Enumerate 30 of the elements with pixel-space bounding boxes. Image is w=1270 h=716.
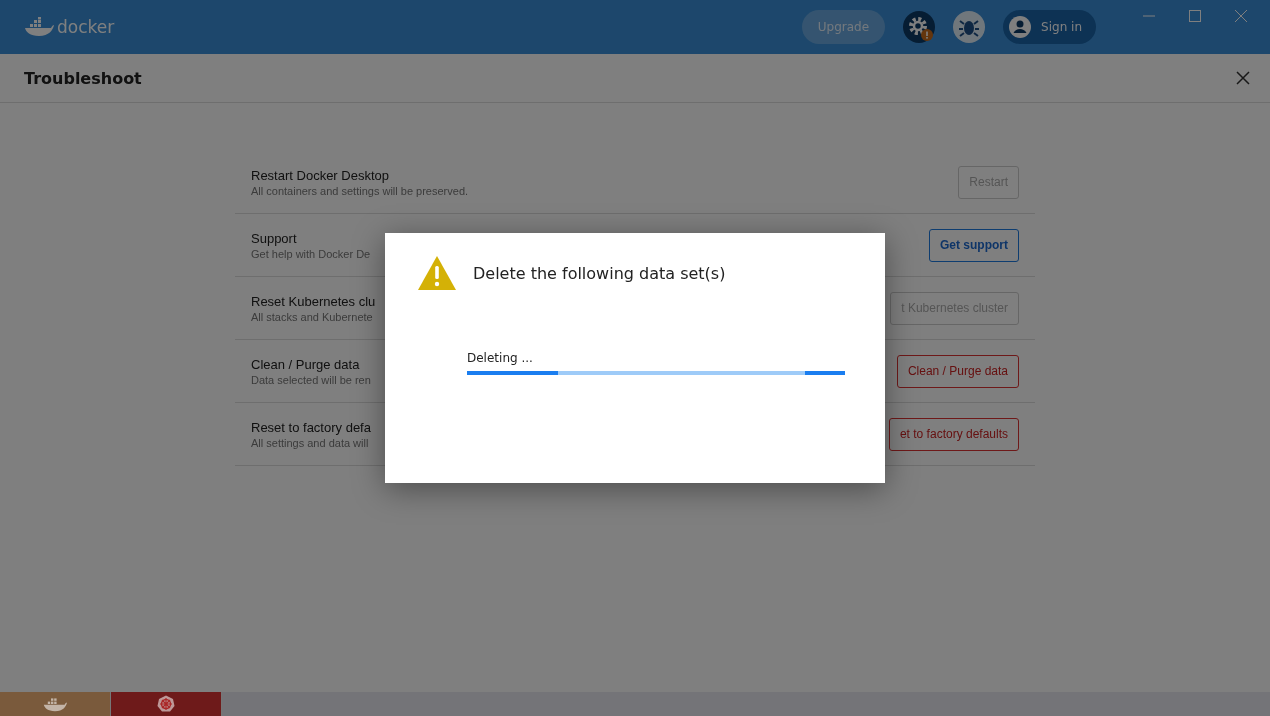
option-description: All containers and settings will be preserved.	[251, 184, 469, 197]
maximize-icon[interactable]	[1188, 9, 1202, 23]
bug-icon[interactable]	[953, 11, 986, 43]
close-icon[interactable]	[1236, 71, 1250, 85]
option-description: All stacks and Kubernete	[251, 310, 374, 323]
action-button[interactable]: et to factory defaults	[888, 417, 1019, 451]
option-title: Reset to factory defa	[251, 419, 371, 435]
status-indicator[interactable]	[111, 692, 222, 716]
option-title: Support	[251, 230, 298, 246]
settings-icon[interactable]	[903, 11, 936, 43]
page-title: Troubleshoot	[24, 68, 142, 88]
whale-icon	[43, 696, 67, 712]
warning-icon	[417, 255, 457, 291]
option-title: Restart Docker Desktop	[251, 167, 390, 183]
action-button[interactable]: Clean / Purge data	[896, 354, 1019, 388]
user-icon	[1009, 16, 1032, 38]
whale-logo-icon	[24, 17, 54, 37]
option-title: Reset Kubernetes clu	[251, 293, 376, 309]
option-description: All settings and data will	[251, 436, 370, 449]
option-description: Data selected will be ren	[251, 373, 371, 386]
option-title: Clean / Purge data	[251, 356, 361, 372]
option-description: Get help with Docker De	[251, 247, 371, 260]
dialog-title: Delete the following data set(s)	[473, 263, 726, 283]
sign-in-button[interactable]: Sign in	[1003, 10, 1096, 44]
upgrade-button[interactable]: Upgrade	[801, 10, 886, 44]
action-button[interactable]: Get support	[929, 228, 1019, 262]
helm-wheel-icon	[157, 695, 175, 713]
progress-label: Deleting ...	[467, 351, 533, 365]
logo-text: docker	[57, 17, 115, 37]
status-indicator[interactable]	[0, 692, 111, 716]
